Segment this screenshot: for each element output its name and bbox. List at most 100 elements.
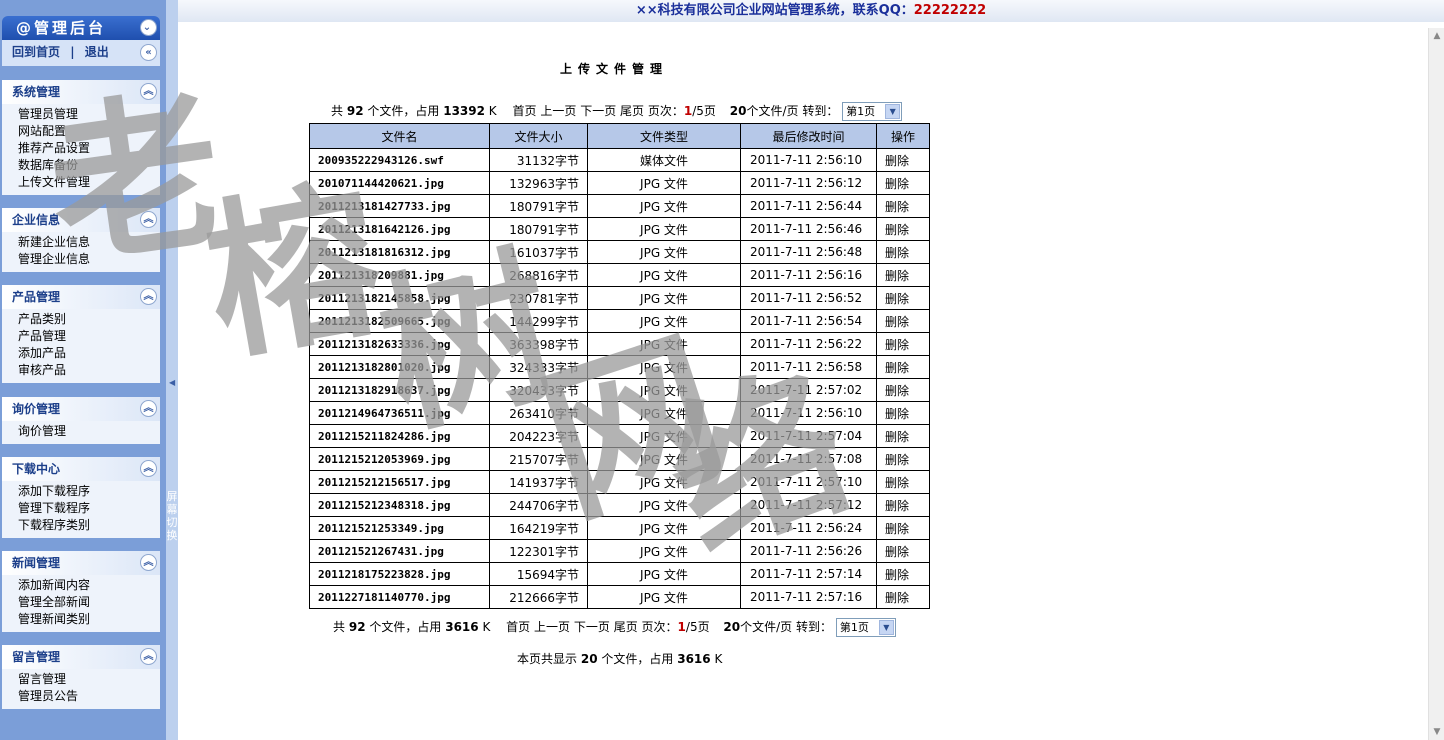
collapse-icon[interactable]: ︽ [140, 648, 157, 665]
delete-link[interactable]: 删除 [876, 447, 930, 471]
delete-link[interactable]: 删除 [876, 562, 930, 586]
file-name-cell: 2011218175223828.jpg [309, 562, 490, 586]
menu-title-products[interactable]: 产品管理 ︽ [2, 285, 160, 309]
menu-item-message-manage[interactable]: 留言管理 [18, 671, 160, 688]
delete-link[interactable]: 删除 [876, 493, 930, 517]
menu-item-admin-manage[interactable]: 管理员管理 [18, 106, 160, 123]
last-page-link[interactable]: 尾页 [620, 104, 644, 118]
next-page-link[interactable]: 下一页 [580, 104, 616, 118]
collapse-icon[interactable]: ︽ [140, 460, 157, 477]
summary-text: 本页共显示 [517, 652, 578, 666]
menu-item-site-config[interactable]: 网站配置 [18, 123, 160, 140]
menu-item-product-category[interactable]: 产品类别 [18, 311, 160, 328]
file-type-cell: JPG 文件 [587, 171, 741, 195]
delete-link[interactable]: 删除 [876, 217, 930, 241]
modified-time-cell: 2011-7-11 2:56:46 [740, 217, 877, 241]
file-table: 文件名 文件大小 文件类型 最后修改时间 操作 200935222943126.… [309, 123, 930, 609]
collapse-icon[interactable]: ︽ [140, 211, 157, 228]
menu-item-product-manage[interactable]: 产品管理 [18, 328, 160, 345]
prev-page-link[interactable]: 上一页 [540, 104, 576, 118]
table-row: 2011215212348318.jpg 244706字节 JPG 文件 2011-7… [309, 493, 930, 517]
menu-title-text: 产品管理 [12, 290, 61, 304]
delete-link[interactable]: 删除 [876, 378, 930, 402]
prev-page-link[interactable]: 上一页 [534, 620, 570, 634]
file-size-cell: 268816字节 [489, 263, 588, 287]
delete-link[interactable]: 删除 [876, 585, 930, 609]
delete-link[interactable]: 删除 [876, 148, 930, 172]
menu-item-add-news[interactable]: 添加新闻内容 [18, 577, 160, 594]
chevron-down-icon[interactable]: ▼ [885, 104, 901, 119]
home-link[interactable]: 回到首页 [12, 45, 60, 59]
table-row: 201121521267431.jpg 122301字节 JPG 文件 2011-7-… [309, 539, 930, 563]
banner-title: ××科技有限公司企业网站管理系统，联系QQ： [635, 3, 914, 18]
menu-item-manage-company-info[interactable]: 管理企业信息 [18, 251, 160, 268]
delete-link[interactable]: 删除 [876, 539, 930, 563]
menu-item-admin-notice[interactable]: 管理员公告 [18, 688, 160, 705]
delete-link[interactable]: 删除 [876, 332, 930, 356]
delete-link[interactable]: 删除 [876, 171, 930, 195]
sidebar-header: @管理后台 ⌄ 回到首页 | 退出 « [2, 16, 160, 66]
menu-item-review-product[interactable]: 审核产品 [18, 362, 160, 379]
total-files: 92 [348, 620, 366, 634]
collapse-icon[interactable]: ︽ [140, 288, 157, 305]
goto-page-select[interactable]: 第1页 ▼ [842, 102, 903, 121]
menu-item-manage-download[interactable]: 管理下载程序 [18, 500, 160, 517]
delete-link[interactable]: 删除 [876, 470, 930, 494]
file-size-cell: 180791字节 [489, 194, 588, 218]
menu-title-download[interactable]: 下载中心 ︽ [2, 457, 160, 481]
table-row: 2011213181816312.jpg 161037字节 JPG 文件 2011-7… [309, 240, 930, 264]
col-filename: 文件名 [309, 123, 490, 149]
menu-company: 企业信息 ︽ 新建企业信息 管理企业信息 [2, 208, 160, 272]
delete-link[interactable]: 删除 [876, 401, 930, 425]
modified-time-cell: 2011-7-11 2:57:12 [740, 493, 877, 517]
scroll-down-icon[interactable]: ▼ [1429, 724, 1444, 740]
next-page-link[interactable]: 下一页 [574, 620, 610, 634]
file-type-cell: JPG 文件 [587, 539, 741, 563]
menu-title-messages[interactable]: 留言管理 ︽ [2, 645, 160, 669]
goto-page-select[interactable]: 第1页 ▼ [835, 618, 896, 637]
vertical-scrollbar[interactable]: ▲ ▼ [1428, 28, 1444, 740]
menu-item-add-download[interactable]: 添加下载程序 [18, 483, 160, 500]
col-filetype: 文件类型 [587, 123, 741, 149]
menu-title-company[interactable]: 企业信息 ︽ [2, 208, 160, 232]
collapse-icon[interactable]: ︽ [140, 83, 157, 100]
delete-link[interactable]: 删除 [876, 355, 930, 379]
menu-item-news-category[interactable]: 管理新闻类别 [18, 611, 160, 628]
delete-link[interactable]: 删除 [876, 424, 930, 448]
menu-item-inquiry-manage[interactable]: 询价管理 [18, 423, 160, 440]
menu-item-new-company-info[interactable]: 新建企业信息 [18, 234, 160, 251]
scroll-up-icon[interactable]: ▲ [1429, 28, 1444, 44]
last-page-link[interactable]: 尾页 [614, 620, 638, 634]
delete-link[interactable]: 删除 [876, 240, 930, 264]
file-size-cell: 132963字节 [489, 171, 588, 195]
menu-title-system[interactable]: 系统管理 ︽ [2, 80, 160, 104]
collapse-icon[interactable]: ︽ [140, 400, 157, 417]
menu-item-recommend-products[interactable]: 推荐产品设置 [18, 140, 160, 157]
menu-title-news[interactable]: 新闻管理 ︽ [2, 551, 160, 575]
menu-item-upload-files[interactable]: 上传文件管理 [18, 174, 160, 191]
chevron-down-icon[interactable]: ▼ [878, 620, 894, 635]
delete-link[interactable]: 删除 [876, 194, 930, 218]
delete-link[interactable]: 删除 [876, 516, 930, 540]
delete-link[interactable]: 删除 [876, 263, 930, 287]
col-filesize: 文件大小 [489, 123, 588, 149]
pager-text: 共 [331, 104, 344, 118]
first-page-link[interactable]: 首页 [513, 104, 537, 118]
collapse-arrow-icon[interactable]: ◀ [169, 378, 175, 387]
menu-item-manage-news[interactable]: 管理全部新闻 [18, 594, 160, 611]
logout-link[interactable]: 退出 [85, 45, 109, 59]
delete-link[interactable]: 删除 [876, 286, 930, 310]
menu-item-db-backup[interactable]: 数据库备份 [18, 157, 160, 174]
first-page-link[interactable]: 首页 [506, 620, 530, 634]
collapse-all-icon[interactable]: ⌄ [140, 19, 157, 36]
screen-switch-label[interactable]: 屏幕切换 [166, 490, 178, 542]
hide-sidebar-icon[interactable]: « [140, 44, 157, 61]
menu-item-add-product[interactable]: 添加产品 [18, 345, 160, 362]
sidebar-splitter[interactable]: ◀ 屏幕切换 [166, 0, 178, 740]
delete-link[interactable]: 删除 [876, 309, 930, 333]
table-row: 201121318209881.jpg 268816字节 JPG 文件 2011-7-… [309, 263, 930, 287]
menu-title-inquiry[interactable]: 询价管理 ︽ [2, 397, 160, 421]
page-total: /5页 [692, 104, 716, 118]
menu-item-download-category[interactable]: 下载程序类别 [18, 517, 160, 534]
collapse-icon[interactable]: ︽ [140, 554, 157, 571]
